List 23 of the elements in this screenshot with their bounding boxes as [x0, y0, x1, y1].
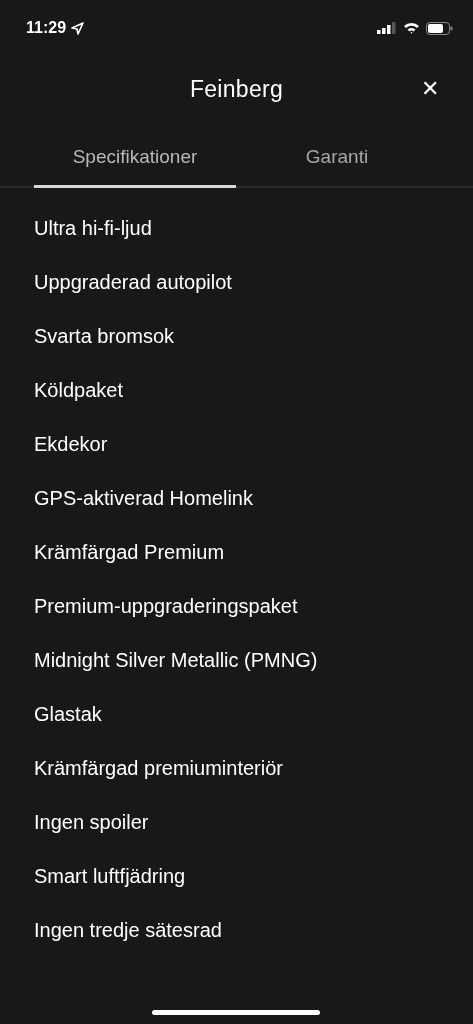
spec-item: Midnight Silver Metallic (PMNG) [33, 647, 319, 673]
spec-item: GPS-aktiverad Homelink [33, 485, 254, 511]
spec-item: Köldpaket [33, 377, 124, 403]
tab[interactable]: Specifikationer [34, 122, 236, 188]
spec-item: Ekdekor [33, 431, 109, 457]
close-button[interactable]: ✕ [417, 74, 443, 104]
spec-item: Ingen tredje sätesrad [33, 917, 223, 943]
spec-item: Svarta bromsok [33, 323, 176, 349]
spec-item: Uppgraderad autopilot [33, 269, 233, 295]
spec-item: Ingen spoiler [33, 809, 150, 835]
wifi-icon [403, 22, 420, 34]
location-arrow-icon [71, 21, 85, 35]
signal-icon [377, 22, 397, 34]
battery-icon [426, 21, 453, 35]
status-time: 11:29 [26, 19, 67, 37]
spec-item: Krämfärgad premiuminteriör [33, 755, 284, 781]
spec-item: Ultra hi-fi-ljud [33, 215, 153, 241]
spec-item: Glastak [33, 701, 103, 727]
page-title: Feinberg [189, 75, 284, 103]
spec-item: Premium-uppgraderingspaket [33, 593, 299, 619]
spec-item: Smart luftfjädring [33, 863, 187, 889]
spec-item: Krämfärgad Premium [33, 539, 226, 565]
tab[interactable]: Garanti [236, 122, 438, 188]
